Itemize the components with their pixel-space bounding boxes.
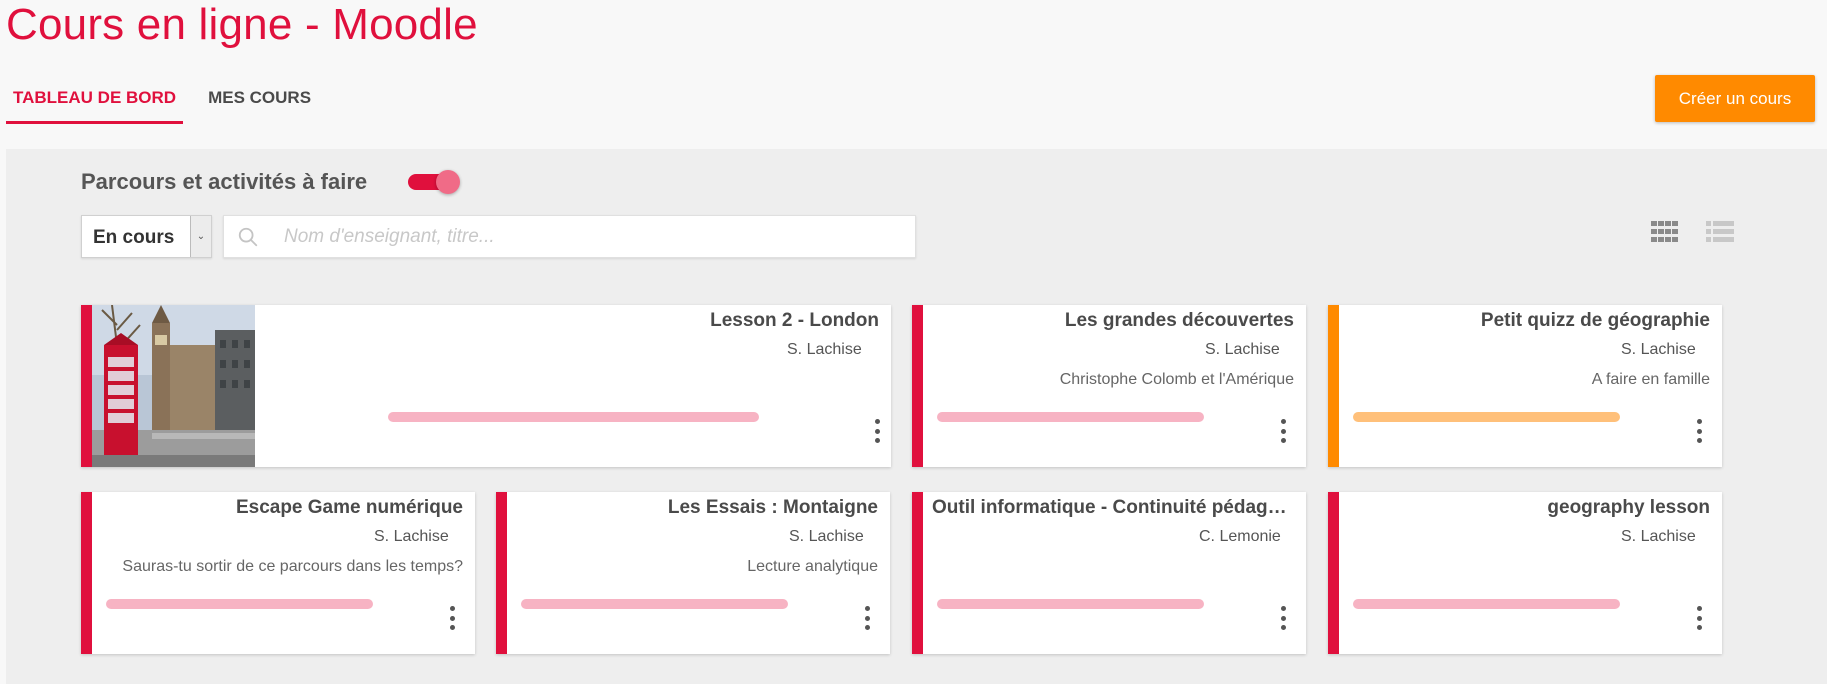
- course-card[interactable]: Escape Game numérique S. Lachise Sauras-…: [81, 492, 475, 654]
- grid-view-icon[interactable]: [1651, 221, 1679, 243]
- card-menu-button[interactable]: [867, 416, 887, 446]
- card-progress-bar: [106, 599, 373, 609]
- card-progress-bar: [521, 599, 788, 609]
- card-accent-stripe: [1328, 305, 1339, 467]
- tab-my-courses[interactable]: MES COURS: [201, 80, 318, 124]
- card-menu-button[interactable]: [857, 603, 877, 633]
- card-description: A faire en famille: [1591, 371, 1710, 388]
- card-menu-button[interactable]: [1689, 603, 1709, 633]
- main-tabs: TABLEAU DE BORD MES COURS: [6, 80, 336, 124]
- card-description: Lecture analytique: [747, 558, 878, 575]
- card-author: S. Lachise: [1621, 528, 1696, 545]
- card-title: Petit quizz de géographie: [1480, 310, 1710, 331]
- card-menu-button[interactable]: [1273, 603, 1293, 633]
- status-filter-select[interactable]: En cours ⌄: [81, 215, 212, 258]
- card-author: S. Lachise: [1205, 341, 1280, 358]
- card-author: S. Lachise: [1621, 341, 1696, 358]
- card-progress-bar: [937, 599, 1204, 609]
- card-accent-stripe: [81, 305, 92, 467]
- search-input[interactable]: [284, 216, 904, 257]
- search-icon: [238, 227, 258, 247]
- create-course-button[interactable]: Créer un cours: [1655, 75, 1815, 122]
- card-author: C. Lemonie: [1199, 528, 1281, 545]
- app-title: Cours en ligne - Moodle: [6, 0, 478, 49]
- card-accent-stripe: [496, 492, 507, 654]
- course-card[interactable]: Les Essais : Montaigne S. Lachise Lectur…: [496, 492, 890, 654]
- card-title: Outil informatique - Continuité pédago..…: [932, 497, 1294, 518]
- card-progress-bar: [1353, 599, 1620, 609]
- course-card[interactable]: geography lesson S. Lachise: [1328, 492, 1722, 654]
- section-title: Parcours et activités à faire: [81, 169, 368, 194]
- course-card[interactable]: Outil informatique - Continuité pédago..…: [912, 492, 1306, 654]
- card-menu-button[interactable]: [442, 603, 462, 633]
- card-title: geography lesson: [1547, 497, 1710, 518]
- card-author: S. Lachise: [787, 341, 862, 358]
- card-author: S. Lachise: [374, 528, 449, 545]
- card-progress-bar: [937, 412, 1204, 422]
- card-accent-stripe: [912, 305, 923, 467]
- card-author: S. Lachise: [789, 528, 864, 545]
- card-progress-bar: [1353, 412, 1620, 422]
- course-card[interactable]: Les grandes découvertes S. Lachise Chris…: [912, 305, 1306, 467]
- toggle-knob: [436, 170, 460, 194]
- card-progress-bar: [388, 412, 759, 422]
- search-box: [223, 215, 916, 258]
- chevron-down-icon: ⌄: [190, 216, 211, 257]
- course-thumbnail: [92, 305, 255, 467]
- card-menu-button[interactable]: [1689, 416, 1709, 446]
- course-card[interactable]: Petit quizz de géographie S. Lachise A f…: [1328, 305, 1722, 467]
- card-accent-stripe: [912, 492, 923, 654]
- card-description: Christophe Colomb et l'Amérique: [1059, 371, 1294, 388]
- card-title: Les Essais : Montaigne: [667, 497, 878, 518]
- card-title: Les grandes découvertes: [1064, 310, 1294, 331]
- card-title: Lesson 2 - London: [710, 310, 879, 331]
- todo-toggle[interactable]: [408, 170, 460, 194]
- status-filter-value: En cours: [93, 227, 175, 248]
- card-accent-stripe: [81, 492, 92, 654]
- course-card[interactable]: Lesson 2 - London S. Lachise: [81, 305, 891, 467]
- card-description: Sauras-tu sortir de ce parcours dans les…: [122, 558, 463, 575]
- tab-dashboard[interactable]: TABLEAU DE BORD: [6, 80, 184, 124]
- dashboard-panel: Parcours et activités à faire En cours ⌄: [6, 149, 1827, 684]
- card-title: Escape Game numérique: [235, 497, 463, 518]
- card-menu-button[interactable]: [1273, 416, 1293, 446]
- list-view-icon[interactable]: [1706, 221, 1734, 243]
- card-accent-stripe: [1328, 492, 1339, 654]
